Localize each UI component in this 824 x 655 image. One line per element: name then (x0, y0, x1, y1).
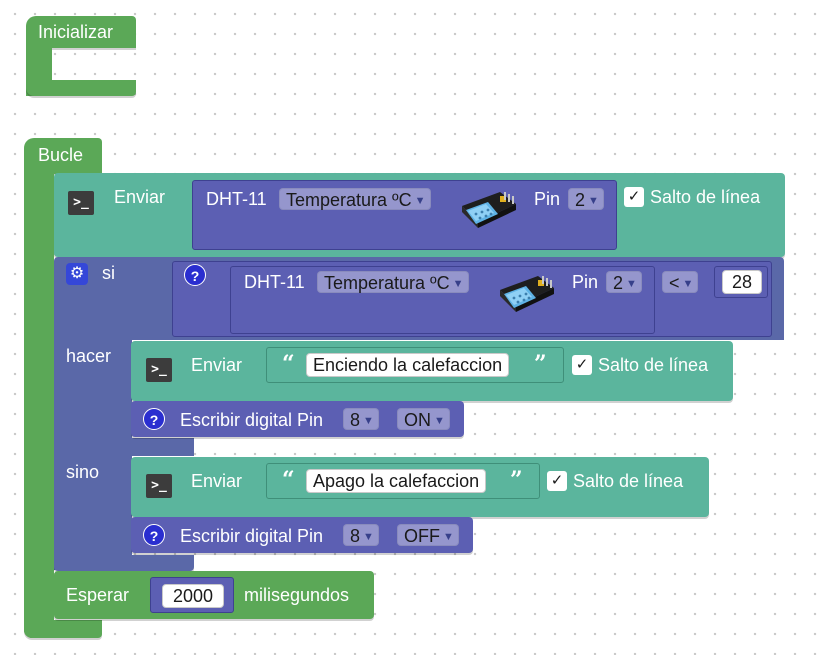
if-block-bottom (54, 555, 194, 571)
digital-state-dropdown[interactable]: OFF ▼ (397, 524, 459, 546)
pin-label: Pin (534, 189, 561, 209)
terminal-icon: >_ (146, 474, 172, 498)
dht11-sensor-icon (454, 188, 518, 240)
do-label: hacer (66, 346, 112, 366)
help-icon[interactable]: ? (184, 264, 206, 286)
quote-close-icon: ” (510, 467, 523, 493)
cond-pin-dropdown[interactable]: 2 ▼ (606, 271, 642, 293)
if-block-middle (54, 438, 194, 456)
init-block-bottom (26, 80, 136, 96)
pin-dropdown[interactable]: 2 ▼ (568, 188, 604, 210)
loop-block-arm (24, 170, 54, 638)
digital-write-off-label: Escribir digital Pin (180, 526, 324, 546)
text-input-off[interactable]: Apago la calefaccion (306, 469, 487, 493)
if-label: si (102, 263, 115, 283)
compare-value-input[interactable]: 28 (722, 270, 762, 294)
digital-pin-dropdown[interactable]: 8 ▼ (343, 524, 379, 546)
help-icon[interactable]: ? (143, 408, 165, 430)
terminal-icon: >_ (68, 191, 94, 215)
init-block-label: Inicializar (38, 22, 114, 42)
gear-icon[interactable]: ⚙ (66, 263, 88, 285)
text-input-on[interactable]: Enciendo la calefaccion (306, 353, 510, 377)
digital-pin-dropdown[interactable]: 8 ▼ (343, 408, 379, 430)
send-off-label: Enviar (191, 471, 243, 491)
digital-write-on-label: Escribir digital Pin (180, 410, 324, 430)
wait-value-input[interactable]: 2000 (162, 584, 224, 608)
terminal-icon: >_ (146, 358, 172, 382)
newline-checkbox[interactable]: ✓ (572, 355, 592, 375)
loop-block-bottom (24, 620, 102, 638)
quote-open-icon: “ (282, 351, 295, 377)
quote-open-icon: “ (282, 467, 295, 493)
else-label: sino (66, 462, 100, 482)
measure-dropdown[interactable]: Temperatura ºC ▼ (279, 188, 431, 210)
digital-state-dropdown[interactable]: ON ▼ (397, 408, 450, 430)
loop-block-label: Bucle (38, 145, 84, 165)
dht11-sensor-icon (492, 272, 556, 324)
cond-measure-dropdown[interactable]: Temperatura ºC ▼ (317, 271, 469, 293)
newline-label: Salto de línea (650, 187, 761, 207)
operator-dropdown[interactable]: < ▼ (662, 271, 699, 293)
send-on-label: Enviar (191, 355, 243, 375)
dht11-sensor-label: DHT-11 (206, 189, 267, 209)
newline-checkbox[interactable]: ✓ (547, 471, 567, 491)
cond-pin-label: Pin (572, 272, 599, 292)
newline-checkbox[interactable]: ✓ (624, 187, 644, 207)
wait-unit-label: milisegundos (244, 585, 350, 605)
quote-close-icon: ” (534, 351, 547, 377)
cond-sensor-label: DHT-11 (244, 272, 305, 292)
wait-label: Esperar (66, 585, 130, 605)
send-sensor-label: Enviar (114, 187, 166, 207)
newline-label: Salto de línea (598, 355, 709, 375)
newline-label: Salto de línea (573, 471, 684, 491)
help-icon[interactable]: ? (143, 524, 165, 546)
